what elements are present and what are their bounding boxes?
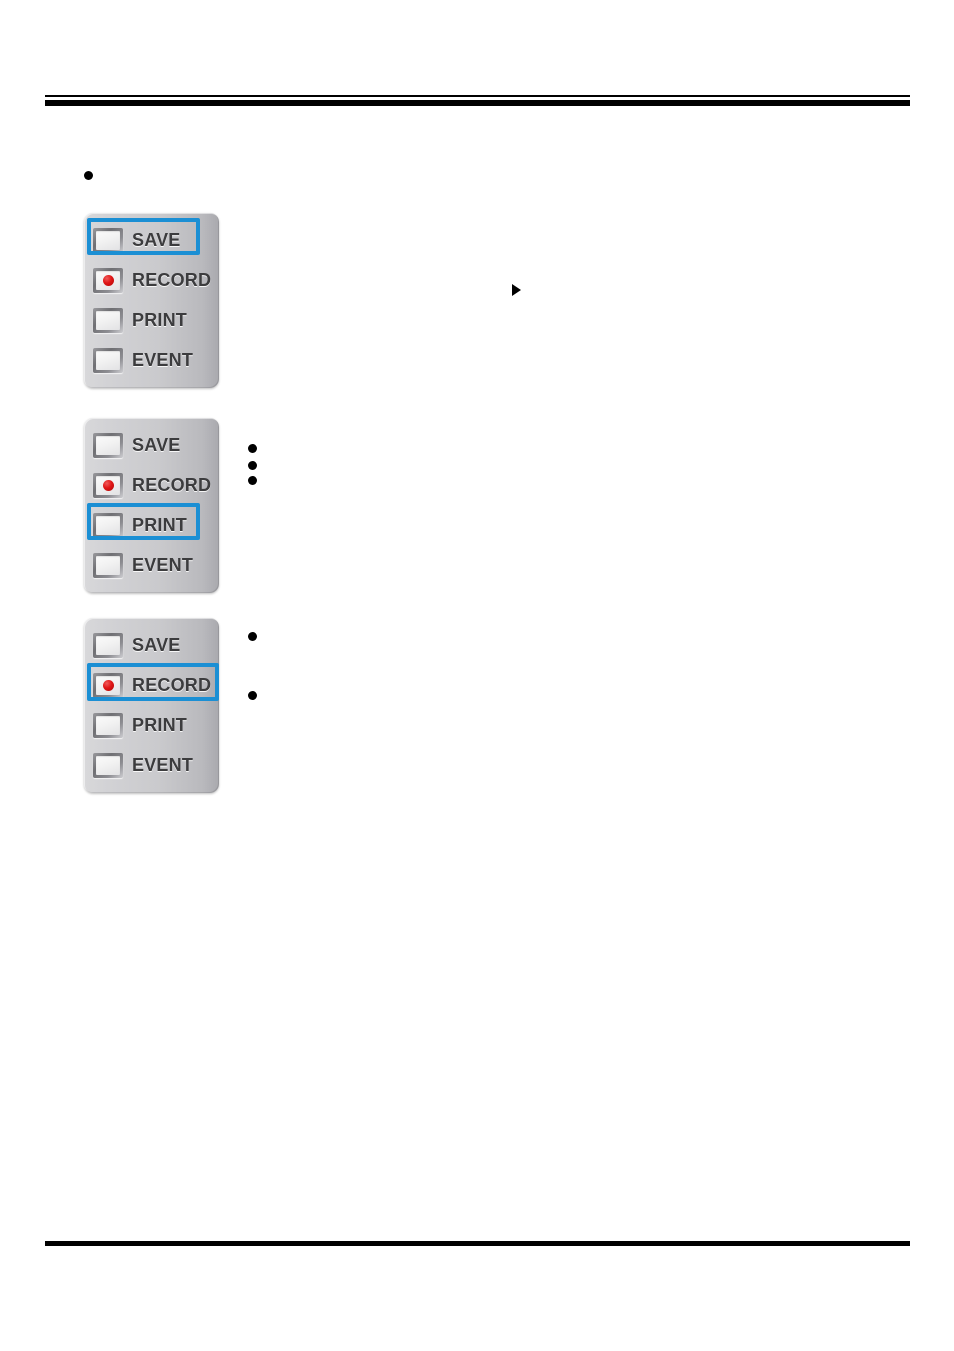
menu-item-label: PRINT [132, 514, 187, 535]
document-page: SAVE RECORD PRINT EVENT SAVE RECORD PRINT EVENT… [0, 0, 954, 1351]
blank-screen-icon [93, 752, 123, 778]
menu-item-record[interactable]: RECORD [84, 260, 219, 300]
menu-panel[interactable]: SAVE RECORD PRINT EVENT [84, 418, 219, 593]
menu-item-save[interactable]: SAVE [84, 425, 219, 465]
menu-item-event[interactable]: EVENT [84, 545, 219, 585]
record-dot-icon [102, 274, 114, 286]
menu-item-label: SAVE [132, 229, 181, 250]
menu-item-print[interactable]: PRINT [84, 300, 219, 340]
blank-screen-icon [93, 512, 123, 538]
blank-screen-icon [93, 632, 123, 658]
header-rule-thin [45, 95, 910, 97]
blank-screen-icon [93, 432, 123, 458]
footer-rule [45, 1241, 910, 1246]
menu-item-label: RECORD [132, 674, 212, 695]
blank-screen-icon [93, 227, 123, 253]
annotation-bullet [248, 632, 257, 641]
annotation-bullet [248, 691, 257, 700]
menu-item-event[interactable]: EVENT [84, 745, 219, 785]
menu-item-label: EVENT [132, 754, 194, 775]
menu-item-label: RECORD [132, 269, 212, 290]
blank-screen-icon [93, 712, 123, 738]
menu-item-event[interactable]: EVENT [84, 340, 219, 380]
menu-item-label: EVENT [132, 554, 194, 575]
blank-screen-icon [93, 347, 123, 373]
menu-item-record[interactable]: RECORD [84, 465, 219, 505]
menu-item-label: SAVE [132, 634, 181, 655]
body-bullet [84, 171, 93, 180]
triangle-right-icon [512, 284, 521, 296]
annotation-bullet [248, 444, 257, 453]
header-rule-thick [45, 100, 910, 106]
menu-item-save[interactable]: SAVE [84, 625, 219, 665]
menu-item-label: PRINT [132, 714, 187, 735]
menu-panel[interactable]: SAVE RECORD PRINT EVENT [84, 618, 219, 793]
record-screen-icon [93, 472, 123, 498]
record-dot-icon [102, 679, 114, 691]
record-screen-icon [93, 672, 123, 698]
menu-item-label: RECORD [132, 474, 212, 495]
menu-item-label: EVENT [132, 349, 194, 370]
annotation-bullet [248, 461, 257, 470]
menu-item-print[interactable]: PRINT [84, 705, 219, 745]
menu-panel[interactable]: SAVE RECORD PRINT EVENT [84, 213, 219, 388]
record-screen-icon [93, 267, 123, 293]
menu-item-save[interactable]: SAVE [84, 220, 219, 260]
blank-screen-icon [93, 552, 123, 578]
menu-item-label: SAVE [132, 434, 181, 455]
menu-item-label: PRINT [132, 309, 187, 330]
menu-item-print[interactable]: PRINT [84, 505, 219, 545]
menu-item-record[interactable]: RECORD [84, 665, 219, 705]
record-dot-icon [102, 479, 114, 491]
blank-screen-icon [93, 307, 123, 333]
annotation-bullet [248, 476, 257, 485]
